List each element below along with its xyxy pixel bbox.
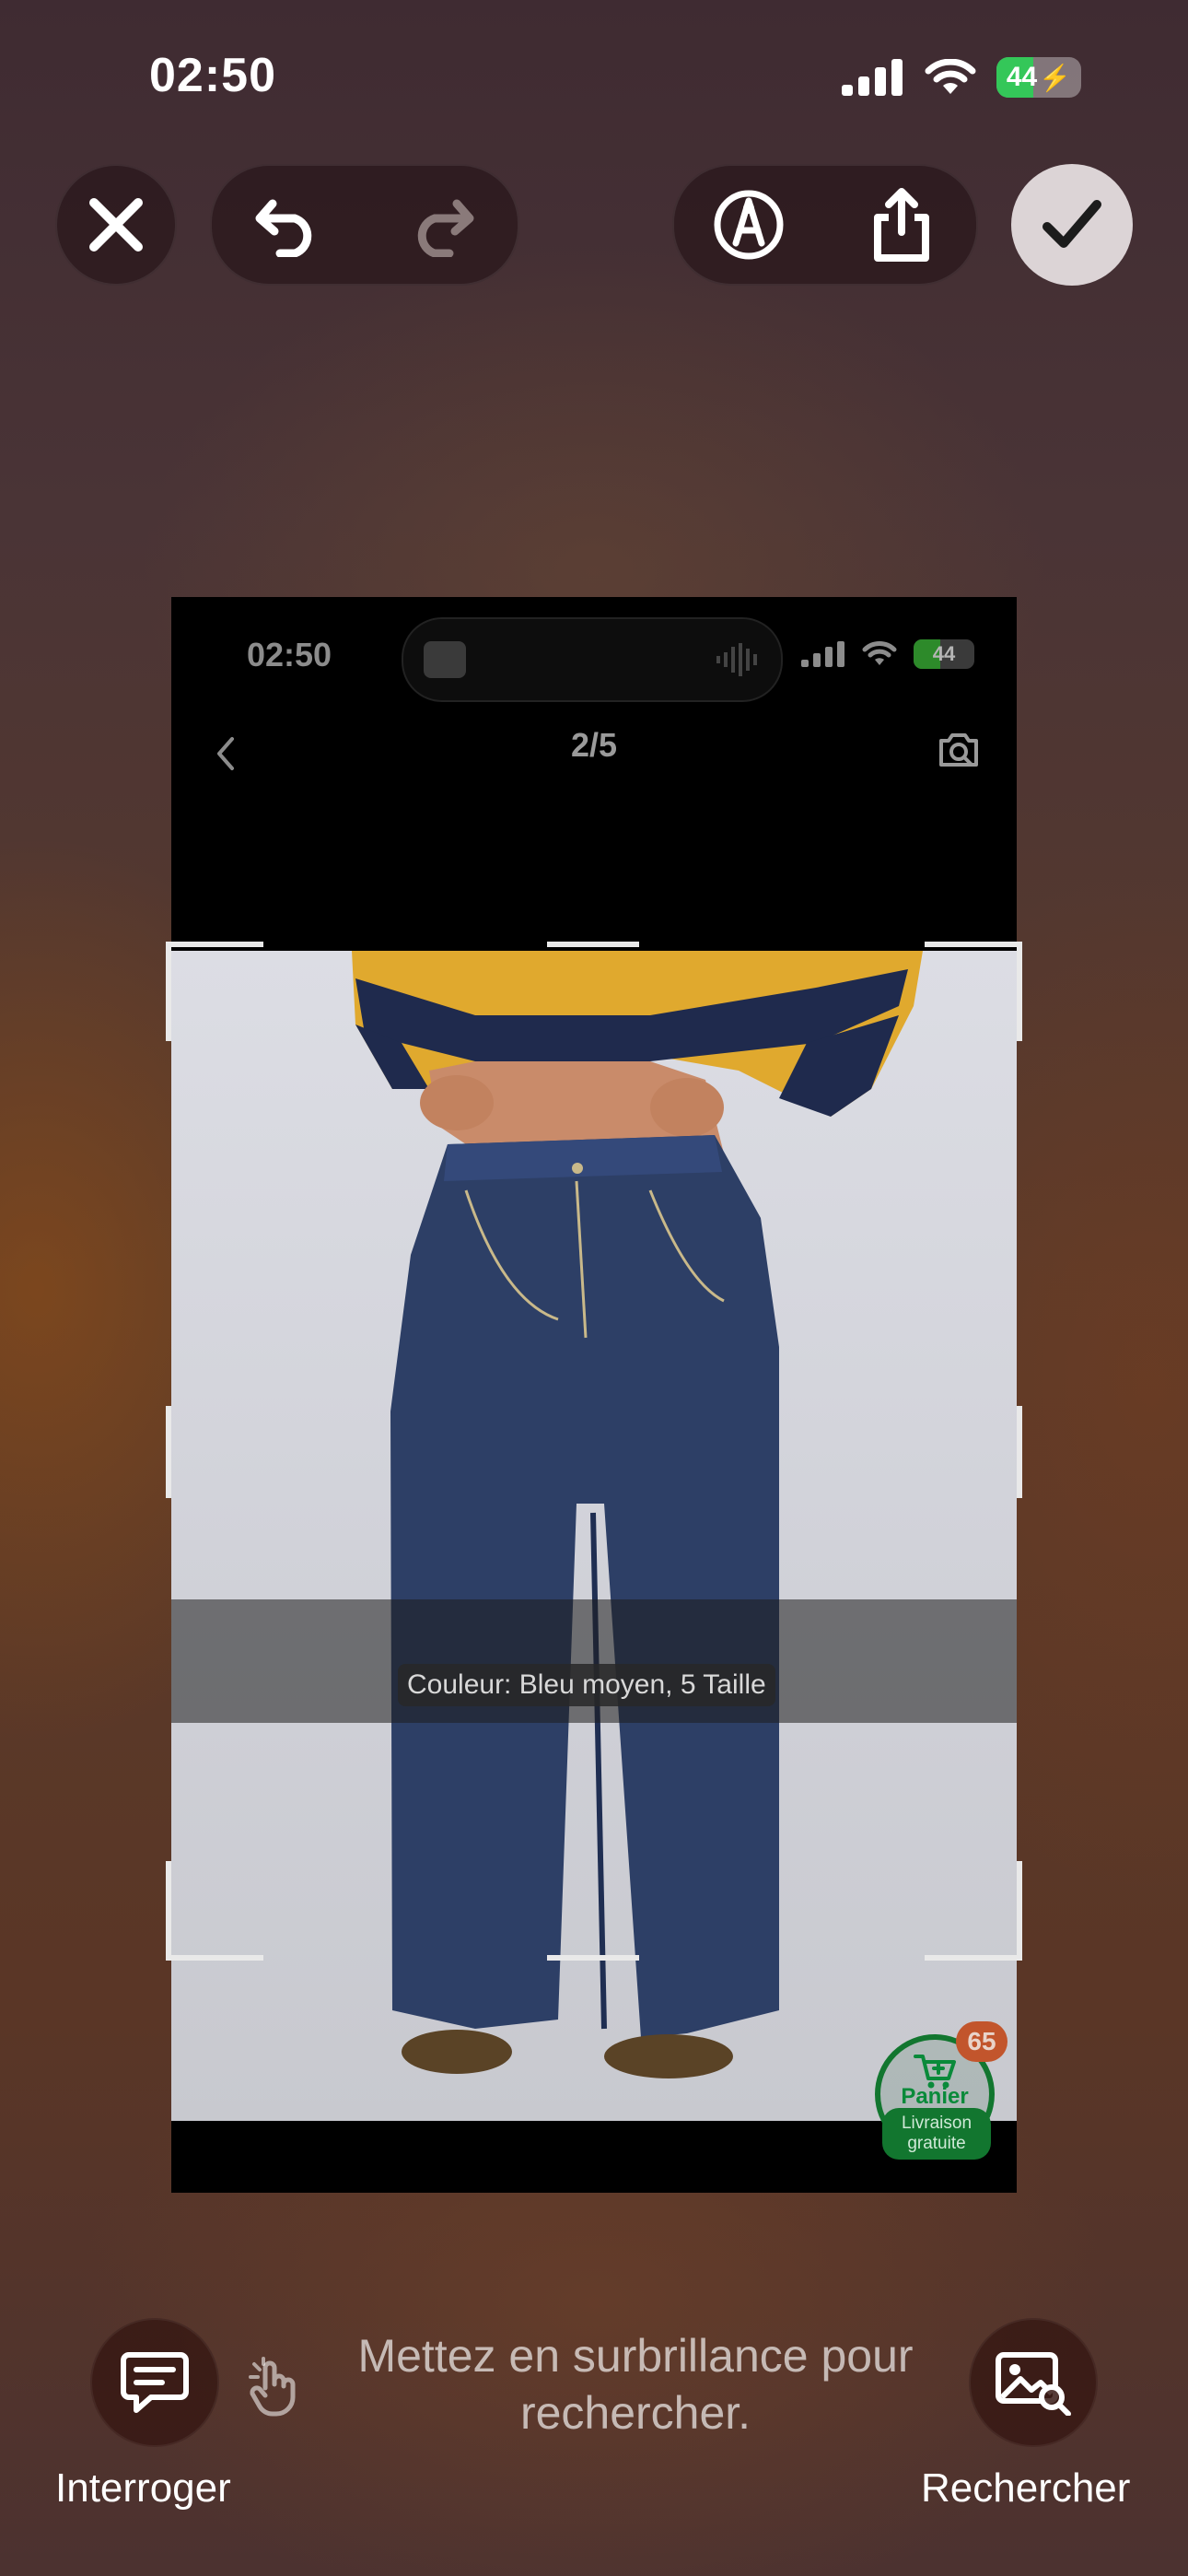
product-photo[interactable] — [171, 951, 1017, 2121]
free-delivery-badge: Livraison gratuite — [882, 2108, 991, 2160]
redo-button[interactable] — [387, 170, 497, 280]
search-button[interactable] — [969, 2318, 1098, 2447]
waveform-icon — [716, 643, 757, 676]
charging-bolt-icon: ⚡ — [1039, 63, 1072, 92]
battery-indicator: 44 ⚡ — [996, 57, 1081, 98]
search-label: Rechercher — [921, 2465, 1131, 2511]
image-search-icon — [996, 2352, 1071, 2416]
dynamic-island — [402, 617, 783, 702]
crop-handle-bottom-right-h[interactable] — [925, 1955, 1022, 1961]
chat-bubble-icon — [121, 2352, 189, 2413]
crop-handle-right-mid[interactable] — [1017, 1406, 1022, 1498]
crop-handle-bottom-left-h[interactable] — [166, 1955, 263, 1961]
wifi-icon — [925, 59, 976, 94]
undo-redo-group — [210, 164, 519, 286]
preview-signal-icon — [801, 641, 844, 667]
cart-count-badge: 65 — [956, 2021, 1007, 2062]
crop-handle-top-right-h[interactable] — [925, 942, 1022, 947]
crop-handle-left-mid[interactable] — [166, 1406, 171, 1498]
page-counter: 2/5 — [570, 726, 618, 764]
jeans-model-image — [352, 951, 923, 2078]
crop-handle-top-right-v[interactable] — [1017, 942, 1022, 1041]
crop-handle-bottom-right-v[interactable] — [1017, 1861, 1022, 1961]
status-icons: 44 ⚡ — [842, 57, 1081, 98]
cellular-signal-icon — [842, 59, 903, 96]
image-search-icon — [939, 733, 978, 767]
markup-share-group — [672, 164, 978, 286]
variant-caption: Couleur: Bleu moyen, 5 Taille — [398, 1664, 775, 1706]
preview-status-icons: 44 — [801, 639, 974, 669]
highlight-hint: Mettez en surbrillance pour rechercher. — [357, 2330, 914, 2439]
share-icon — [874, 188, 929, 262]
ask-button[interactable] — [90, 2318, 219, 2447]
xmark-icon — [89, 198, 143, 252]
preview-wifi-icon — [862, 641, 897, 665]
crop-handle-top-mid[interactable] — [547, 942, 639, 947]
done-button[interactable] — [1011, 164, 1133, 286]
crop-handle-top-left-v[interactable] — [166, 942, 171, 1041]
preview-status-time: 02:50 — [247, 636, 332, 673]
preview-battery: 44 — [914, 639, 974, 669]
touch-hand-icon — [249, 2357, 296, 2417]
battery-level: 44 — [1006, 62, 1038, 92]
screenshot-preview[interactable]: 02:50 44 2/5 Couleur: Bleu moyen, 5 Tail… — [171, 597, 1017, 2193]
crop-handle-bottom-mid[interactable] — [547, 1955, 639, 1961]
undo-arrow-icon — [255, 199, 312, 257]
crop-handle-bottom-left-v[interactable] — [166, 1861, 171, 1961]
share-button[interactable] — [846, 170, 957, 280]
markup-pen-icon — [714, 190, 784, 260]
undo-button[interactable] — [232, 170, 343, 280]
crop-handle-top-left-h[interactable] — [166, 942, 263, 947]
checkmark-icon — [1042, 200, 1101, 248]
redo-arrow-icon — [417, 199, 474, 257]
close-button[interactable] — [55, 164, 177, 286]
cart-label: Panier — [901, 2084, 969, 2109]
preview-battery-level: 44 — [932, 642, 956, 665]
ask-label: Interroger — [55, 2465, 231, 2511]
status-time: 02:50 — [149, 49, 276, 102]
island-app-icon — [424, 641, 466, 678]
markup-button[interactable] — [693, 170, 804, 280]
